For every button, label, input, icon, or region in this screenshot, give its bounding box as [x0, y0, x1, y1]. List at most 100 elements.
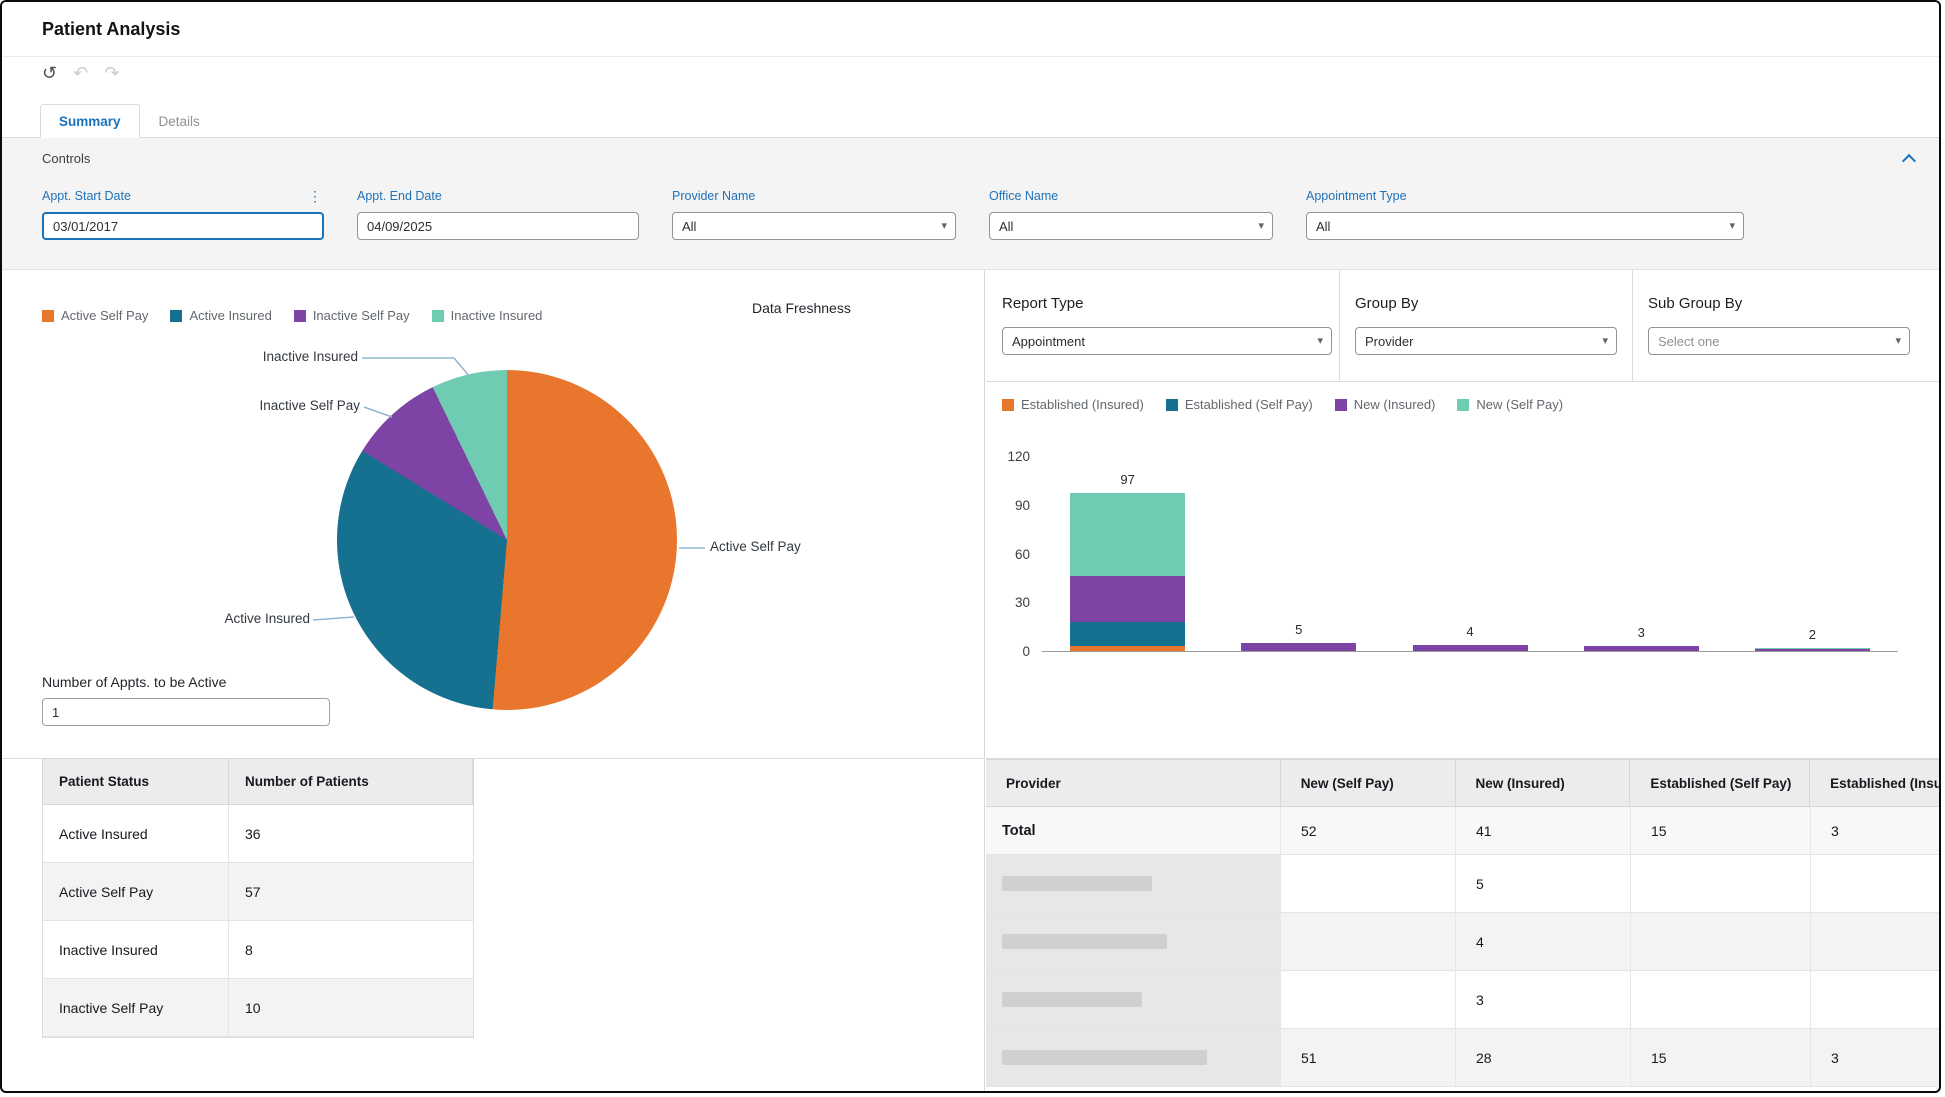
legend-swatch-icon — [294, 310, 306, 322]
group-by-label: Group By — [1355, 295, 1418, 312]
table-row[interactable]: 4 — [986, 913, 1941, 971]
legend-swatch-icon — [1457, 399, 1469, 411]
table-row[interactable]: 3 — [986, 971, 1941, 1029]
provider-table: ProviderNew (Self Pay)New (Insured)Estab… — [986, 759, 1941, 1087]
bar-3[interactable] — [1413, 645, 1528, 652]
column-header: New (Self Pay) — [1281, 760, 1456, 806]
selected-value: All — [1316, 219, 1330, 234]
table-cell: 57 — [229, 863, 473, 920]
appt-end-date-input[interactable] — [357, 212, 639, 240]
controls-panel: Controls Appt. Start Date ⋮ Appt. End Da… — [2, 138, 1939, 270]
table-cell: 15 — [1631, 1029, 1811, 1086]
table-row[interactable]: 5 — [986, 855, 1941, 913]
legend-item[interactable]: Established (Insured) — [1002, 397, 1144, 412]
group-by-select[interactable]: Provider ▾ — [1355, 327, 1617, 355]
legend-label: Inactive Insured — [451, 308, 543, 323]
office-name-select[interactable]: All ▾ — [989, 212, 1273, 240]
left-panel: Active Self Pay Active Insured Inactive Se… — [2, 270, 985, 1091]
chevron-down-icon: ▾ — [1317, 334, 1323, 347]
pie-chart-wrap — [337, 370, 677, 710]
table-row[interactable]: Active Insured36 — [43, 805, 473, 863]
bar-plot: 975432 — [1042, 457, 1898, 652]
table-row[interactable]: Inactive Insured8 — [43, 921, 473, 979]
legend-label: Inactive Self Pay — [313, 308, 410, 323]
table-cell — [1631, 913, 1811, 970]
main-content: Active Self Pay Active Insured Inactive Se… — [2, 270, 1939, 1091]
table-cell: 5 — [1456, 855, 1631, 912]
table-cell: 28 — [1456, 1029, 1631, 1086]
bar-value-label: 3 — [1584, 625, 1699, 640]
table-cell — [1811, 913, 1941, 970]
report-type-select[interactable]: Appointment ▾ — [1002, 327, 1332, 355]
table-cell: 51 — [1281, 1029, 1456, 1086]
selected-value: Select one — [1658, 334, 1719, 349]
pie-chart[interactable] — [337, 370, 677, 710]
header: Patient Analysis — [2, 2, 1939, 57]
tab-details[interactable]: Details — [140, 104, 219, 138]
bar-segment — [1070, 493, 1185, 576]
legend-swatch-icon — [432, 310, 444, 322]
table-cell — [1811, 971, 1941, 1028]
sub-group-by-select[interactable]: Select one ▾ — [1648, 327, 1910, 355]
legend-swatch-icon — [1335, 399, 1347, 411]
bar-4[interactable] — [1584, 646, 1699, 651]
provider-name-select[interactable]: All ▾ — [672, 212, 956, 240]
right-panel: Report Type Appointment ▾ Group By Provi… — [986, 270, 1939, 1091]
sub-group-by-label: Sub Group By — [1648, 295, 1742, 312]
controls-title: Controls — [42, 151, 90, 166]
filter-office-name: Office Name All ▾ — [989, 188, 1273, 240]
chevron-down-icon: ▾ — [941, 219, 947, 232]
page-title: Patient Analysis — [42, 19, 180, 40]
provider-cell — [986, 913, 1281, 970]
total-row[interactable]: Total5241153 — [986, 807, 1941, 855]
filter-appt-end-date: Appt. End Date — [357, 188, 639, 240]
table-cell: 3 — [1811, 1029, 1941, 1086]
legend-item[interactable]: Active Insured — [170, 308, 271, 323]
column-header: Established (Self Pay) — [1630, 760, 1810, 806]
bar-2[interactable] — [1241, 643, 1356, 651]
selected-value: Provider — [1365, 334, 1413, 349]
column-header: Patient Status — [43, 759, 229, 804]
filter-label: Appt. End Date — [357, 189, 442, 203]
table-row[interactable]: 5128153 — [986, 1029, 1941, 1087]
collapse-controls-button[interactable] — [1899, 152, 1919, 168]
bar-1[interactable] — [1070, 493, 1185, 651]
legend-item[interactable]: Inactive Insured — [432, 308, 543, 323]
table-row[interactable]: Active Self Pay57 — [43, 863, 473, 921]
table-cell: 10 — [229, 979, 473, 1036]
table-cell — [1281, 971, 1456, 1028]
report-controls: Report Type Appointment ▾ Group By Provi… — [986, 270, 1939, 382]
report-type-label: Report Type — [1002, 295, 1083, 312]
bar-segment — [1413, 645, 1528, 652]
table-cell — [1631, 855, 1811, 912]
legend-item[interactable]: Established (Self Pay) — [1166, 397, 1313, 412]
bar-legend: Established (Insured) Established (Self P… — [1002, 397, 1563, 412]
table-row[interactable]: Inactive Self Pay10 — [43, 979, 473, 1037]
filter-label: Office Name — [989, 189, 1058, 203]
reset-icon[interactable]: ↺ — [42, 62, 57, 84]
bar-segment — [1070, 576, 1185, 622]
y-axis-tick-label: 0 — [986, 643, 1030, 661]
redo-icon[interactable]: ↷ — [104, 62, 119, 84]
filter-menu-icon[interactable]: ⋮ — [306, 189, 324, 203]
legend-item[interactable]: New (Self Pay) — [1457, 397, 1563, 412]
legend-label: New (Insured) — [1354, 397, 1436, 412]
table-cell — [1281, 913, 1456, 970]
bar-value-label: 2 — [1755, 627, 1870, 642]
appointment-type-select[interactable]: All ▾ — [1306, 212, 1744, 240]
chevron-up-icon — [1902, 154, 1916, 168]
legend-item[interactable]: Inactive Self Pay — [294, 308, 410, 323]
num-appts-input[interactable] — [42, 698, 330, 726]
patient-status-table: Patient StatusNumber of PatientsActive I… — [42, 759, 474, 1038]
undo-icon[interactable]: ↶ — [73, 62, 88, 84]
y-axis-tick-label: 90 — [986, 497, 1030, 515]
redacted-provider-name — [1002, 876, 1152, 891]
table-cell: 41 — [1456, 807, 1631, 854]
divider — [1339, 270, 1340, 382]
bar-5[interactable] — [1755, 648, 1870, 651]
legend-item[interactable]: Active Self Pay — [42, 308, 148, 323]
legend-item[interactable]: New (Insured) — [1335, 397, 1436, 412]
tab-summary[interactable]: Summary — [40, 104, 140, 138]
appt-start-date-input[interactable] — [42, 212, 324, 240]
column-header: Established (Insured) — [1810, 760, 1941, 806]
